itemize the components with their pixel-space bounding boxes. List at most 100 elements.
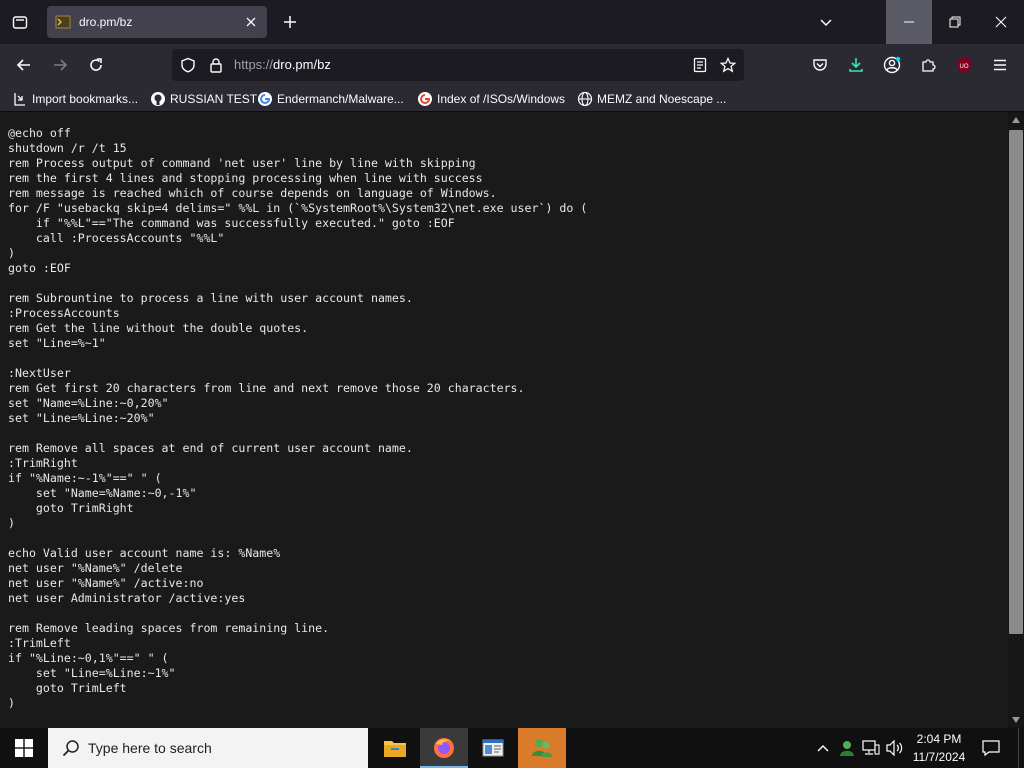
- code-line: rem the first 4 lines and stopping proce…: [8, 171, 483, 185]
- code-line: net user "%Name%" /delete: [8, 561, 183, 575]
- page-content: @echo off shutdown /r /t 15 rem Process ou…: [0, 112, 1024, 728]
- show-hidden-icons-chevron-icon[interactable]: [812, 728, 834, 768]
- batch-script-text: @echo off shutdown /r /t 15 rem Process ou…: [8, 126, 998, 711]
- github-icon: [150, 91, 166, 107]
- notification-center-icon[interactable]: [976, 728, 1006, 768]
- code-line: goto TrimLeft: [8, 681, 127, 695]
- code-line: rem Get the line without the double quot…: [8, 321, 309, 335]
- firefox-icon[interactable]: [420, 728, 468, 768]
- code-line: :ProcessAccounts: [8, 306, 120, 320]
- vertical-scrollbar[interactable]: [1008, 112, 1024, 728]
- code-line: if "%Line:~0,1%"==" " (: [8, 651, 169, 665]
- new-tab-icon[interactable]: [278, 10, 302, 34]
- show-desktop-button[interactable]: [1018, 728, 1024, 768]
- tab-strip: dro.pm/bz: [0, 0, 1024, 44]
- code-line: rem Subrountine to process a line with u…: [8, 291, 413, 305]
- mmc-console-icon[interactable]: [469, 728, 517, 768]
- download-icon[interactable]: [844, 53, 868, 77]
- globe-icon: [577, 91, 593, 107]
- users-group-icon[interactable]: [518, 728, 566, 768]
- reader-view-icon[interactable]: [692, 57, 708, 73]
- address-bar[interactable]: https://dro.pm/bz: [172, 49, 744, 81]
- bookmark-import[interactable]: Import bookmarks...: [12, 90, 138, 108]
- file-explorer-icon[interactable]: [371, 728, 419, 768]
- code-line: rem Remove all spaces at end of current …: [8, 441, 413, 455]
- code-line: net user Administrator /active:yes: [8, 591, 246, 605]
- scrollbar-thumb[interactable]: [1009, 130, 1023, 634]
- taskbar-search-box[interactable]: Type here to search: [48, 728, 368, 768]
- code-line: rem Process output of command 'net user'…: [8, 156, 476, 170]
- forward-arrow-icon[interactable]: [48, 53, 72, 77]
- pocket-icon[interactable]: [808, 53, 832, 77]
- tab-close-icon[interactable]: [243, 14, 259, 30]
- code-line: set "Line=%~1": [8, 336, 106, 350]
- windows-taskbar: Type here to search 2:04 PM 11/7/2024: [0, 728, 1024, 768]
- windows-start-icon[interactable]: [0, 728, 48, 768]
- bookmark-label: Import bookmarks...: [32, 92, 139, 106]
- search-placeholder: Type here to search: [88, 740, 212, 756]
- code-line: :NextUser: [8, 366, 71, 380]
- code-line: for /F "usebackq skip=4 delims=" %%L in …: [8, 201, 588, 215]
- minimize-button[interactable]: [886, 0, 932, 44]
- lock-icon[interactable]: [208, 57, 224, 73]
- terminal-favicon-icon: [55, 14, 71, 30]
- code-line: rem Get first 20 characters from line an…: [8, 381, 525, 395]
- bookmark-star-icon[interactable]: [720, 57, 736, 73]
- tab-list-icon[interactable]: [8, 10, 32, 34]
- google-icon: [257, 91, 273, 107]
- scroll-down-arrow-icon[interactable]: [1008, 712, 1024, 728]
- code-line: shutdown /r /t 15: [8, 141, 127, 155]
- tab-title: dro.pm/bz: [79, 15, 133, 29]
- bookmarks-toolbar: Import bookmarks... RUSSIAN TEST Enderma…: [0, 86, 1024, 112]
- code-line: goto :EOF: [8, 261, 71, 275]
- import-icon: [12, 91, 28, 107]
- close-window-button[interactable]: [978, 0, 1024, 44]
- code-line: set "Line=%Line:~20%": [8, 411, 155, 425]
- chevron-down-icon[interactable]: [814, 10, 838, 34]
- extensions-puzzle-icon[interactable]: [916, 53, 940, 77]
- code-line: goto TrimRight: [8, 501, 134, 515]
- clock-time: 2:04 PM: [916, 732, 962, 746]
- code-line: echo Valid user account name is: %Name%: [8, 546, 281, 560]
- bookmark-endermanch[interactable]: Endermanch/Malware...: [257, 90, 404, 108]
- bookmark-label: MEMZ and Noescape ...: [597, 92, 727, 106]
- code-line: :TrimRight: [8, 456, 78, 470]
- navigation-toolbar: https://dro.pm/bz UO: [0, 44, 1024, 86]
- back-arrow-icon[interactable]: [12, 53, 36, 77]
- search-icon: [62, 740, 79, 757]
- taskbar-clock[interactable]: 2:04 PM 11/7/2024: [906, 730, 972, 766]
- hamburger-menu-icon[interactable]: [988, 53, 1012, 77]
- code-line: set "Line=%Line:~1%": [8, 666, 176, 680]
- google-icon: [417, 91, 433, 107]
- code-line: if "%%L"=="The command was successfully …: [8, 216, 455, 230]
- network-icon[interactable]: [860, 728, 882, 768]
- code-line: ): [8, 696, 15, 710]
- bookmark-isos-windows[interactable]: Index of /ISOs/Windows: [417, 90, 565, 108]
- code-line: ): [8, 516, 15, 530]
- bookmark-memz[interactable]: MEMZ and Noescape ...: [577, 90, 726, 108]
- url-host: dro.pm/bz: [273, 57, 331, 72]
- bookmark-label: Endermanch/Malware...: [277, 92, 404, 106]
- code-line: if "%Name:~-1%"==" " (: [8, 471, 162, 485]
- code-line: ): [8, 246, 15, 260]
- url-text: https://dro.pm/bz: [234, 57, 331, 72]
- account-icon[interactable]: [880, 53, 904, 77]
- bookmark-russian-test[interactable]: RUSSIAN TEST: [150, 90, 257, 108]
- code-line: rem message is reached which of course d…: [8, 186, 497, 200]
- volume-icon[interactable]: [884, 728, 906, 768]
- code-line: set "Name=%Name:~0,-1%": [8, 486, 197, 500]
- clock-date: 11/7/2024: [912, 750, 966, 764]
- scroll-up-arrow-icon[interactable]: [1008, 112, 1024, 128]
- ublock-origin-icon[interactable]: UO: [952, 53, 976, 77]
- restore-button[interactable]: [932, 0, 978, 44]
- user-accounts-tray-icon[interactable]: [836, 728, 858, 768]
- browser-tab[interactable]: dro.pm/bz: [47, 6, 267, 38]
- shield-icon[interactable]: [180, 57, 196, 73]
- code-line: set "Name=%Line:~0,20%": [8, 396, 169, 410]
- reload-icon[interactable]: [84, 53, 108, 77]
